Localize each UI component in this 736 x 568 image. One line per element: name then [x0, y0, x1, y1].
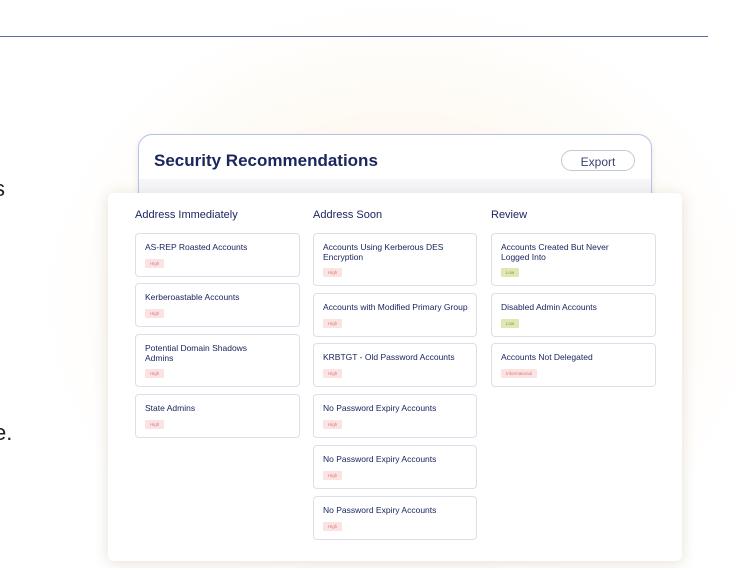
recommendation-card[interactable]: AS-REP Roasted Accounts High: [135, 233, 300, 277]
recommendation-label: KRBTGT - Old Password Accounts: [323, 352, 455, 362]
recommendations-board: Address Immediately AS-REP Roasted Accou…: [108, 193, 682, 561]
recommendation-label: Accounts Not Delegated: [501, 352, 593, 362]
recommendation-label: Kerberoastable Accounts: [145, 292, 240, 302]
recommendation-card[interactable]: Accounts Created But Never Logged Into L…: [491, 233, 656, 286]
recommendation-label: State Admins: [145, 403, 196, 413]
top-divider: [0, 36, 708, 37]
severity-badge: High: [323, 471, 343, 480]
recommendation-card[interactable]: No Password Expiry Accounts High: [313, 496, 477, 540]
severity-badge: High: [145, 259, 165, 268]
recommendation-card[interactable]: KRBTGT - Old Password Accounts High: [313, 343, 477, 387]
recommendation-label: Accounts Using Kerberous DES Encryption: [323, 242, 444, 262]
severity-badge: High: [323, 522, 343, 531]
recommendation-label: Disabled Admin Accounts: [501, 302, 597, 312]
recommendation-label: No Password Expiry Accounts: [323, 454, 437, 464]
severity-badge: High: [145, 309, 165, 318]
column-title: Review: [491, 209, 528, 221]
severity-badge: Low: [501, 268, 520, 277]
edge-text-1: s: [0, 176, 5, 202]
recommendation-label: No Password Expiry Accounts: [323, 505, 437, 515]
edge-text-2: e.: [0, 420, 13, 445]
column-title: Address Soon: [313, 209, 383, 221]
severity-badge: High: [323, 268, 343, 277]
recommendation-card[interactable]: Accounts Not Delegated Informational: [491, 343, 656, 387]
recommendation-label: AS-REP Roasted Accounts: [145, 242, 248, 252]
recommendation-label: Potential Domain Shadows Admins: [145, 343, 248, 363]
recommendation-card[interactable]: Potential Domain Shadows Admins High: [135, 334, 300, 387]
recommendation-label: Accounts with Modified Primary Group: [323, 302, 468, 312]
recommendation-card[interactable]: Disabled Admin Accounts Low: [491, 293, 656, 337]
recommendation-card[interactable]: State Admins High: [135, 394, 300, 438]
column-title: Address Immediately: [135, 209, 238, 221]
recommendation-card[interactable]: No Password Expiry Accounts High: [313, 445, 477, 489]
panel-title: Security Recommendations: [154, 151, 378, 170]
severity-badge: High: [145, 420, 165, 429]
severity-badge: High: [323, 420, 343, 429]
recommendation-card[interactable]: Accounts with Modified Primary Group Hig…: [313, 293, 477, 337]
recommendation-label: Accounts Created But Never Logged Into: [501, 242, 609, 262]
recommendation-card[interactable]: No Password Expiry Accounts High: [313, 394, 477, 438]
severity-badge: High: [323, 369, 343, 378]
recommendation-card[interactable]: Kerberoastable Accounts High: [135, 283, 300, 327]
recommendation-card[interactable]: Accounts Using Kerberous DES Encryption …: [313, 233, 477, 286]
severity-badge: High: [145, 369, 165, 378]
recommendation-label: No Password Expiry Accounts: [323, 403, 437, 413]
severity-badge: High: [323, 319, 343, 328]
export-button[interactable]: Export: [561, 150, 635, 171]
severity-badge: Informational: [501, 369, 538, 378]
severity-badge: Low: [501, 319, 520, 328]
